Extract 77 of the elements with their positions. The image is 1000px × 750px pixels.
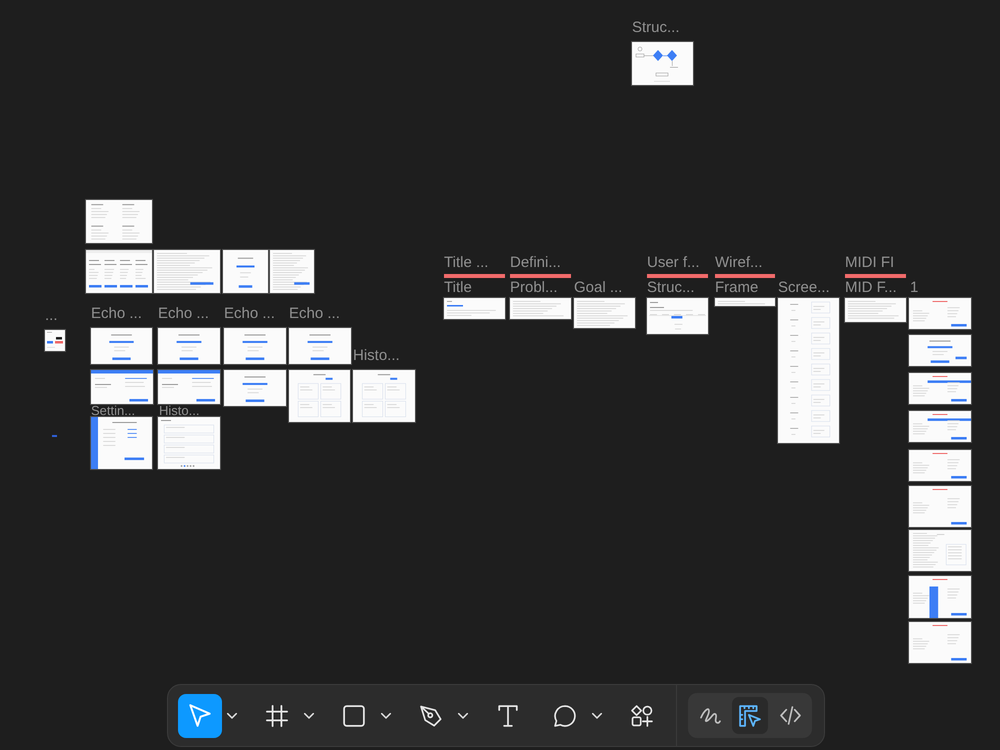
frame-label: Echo ...	[224, 306, 275, 322]
frame-label: ...	[45, 308, 58, 324]
frame-thumbnail	[158, 328, 220, 364]
caret-icon	[592, 712, 602, 718]
frame-thumbnail	[909, 530, 971, 571]
frame-thumbnail	[909, 298, 971, 329]
thin-frame	[845, 274, 906, 278]
frame-thumbnail	[86, 250, 152, 293]
ruler-cursor-icon	[739, 704, 761, 726]
frame-thumbnail	[909, 373, 971, 404]
hash-icon	[266, 704, 288, 726]
frame-thumbnail	[45, 330, 65, 351]
frame-label: Goal ...	[574, 280, 622, 296]
frame-thumbnail	[632, 42, 693, 85]
frame-thumbnail	[909, 411, 971, 442]
frame-thumbnail	[270, 250, 314, 293]
frame-label: Echo ...	[158, 306, 209, 322]
frame-label: User f...	[647, 255, 700, 271]
caret-icon	[227, 712, 237, 718]
frame-thumbnail	[289, 370, 350, 422]
frame-thumbnail	[845, 298, 906, 322]
frame-label: Frame	[715, 280, 758, 296]
text-icon	[498, 704, 518, 726]
frame-label: Histo...	[353, 348, 400, 364]
thin-frame	[647, 274, 708, 278]
speech-bubble-icon	[554, 704, 576, 726]
pen-nib-icon	[420, 704, 442, 726]
frame-thumbnail	[715, 298, 775, 306]
frame-label: Title ...	[444, 255, 488, 271]
frame-label: 1	[910, 280, 918, 296]
frame-label: Struc...	[647, 280, 695, 296]
frame-thumbnail	[909, 486, 971, 527]
frame-thumbnail	[647, 298, 708, 334]
frame-thumbnail	[158, 417, 220, 469]
frame-thumbnail	[91, 328, 152, 364]
frame-label: Settin...	[91, 404, 136, 417]
frame-thumbnail	[909, 622, 971, 663]
frame-thumbnail	[223, 250, 268, 293]
frame-thumbnail	[158, 370, 220, 404]
frame-label: Struc...	[632, 20, 680, 36]
square-icon	[343, 704, 365, 726]
thin-frame	[510, 274, 571, 278]
squiggle-icon	[700, 706, 720, 725]
caret-icon	[304, 712, 314, 718]
frame-label: Probl...	[510, 280, 558, 296]
frame-thumbnail	[574, 298, 635, 328]
frame-label: Scree...	[778, 280, 830, 296]
design-mode-button[interactable]	[732, 697, 768, 734]
frame-label: Wiref...	[715, 255, 762, 271]
frame-thumbnail	[86, 200, 152, 243]
frame-label: Defini...	[510, 255, 561, 271]
frame-thumbnail	[510, 298, 571, 319]
move-tool-button[interactable]	[178, 694, 222, 738]
shapes-plus-icon	[631, 704, 653, 726]
frame-label: Echo ...	[289, 306, 340, 322]
frame-thumbnail	[909, 576, 971, 618]
frame-thumbnail	[353, 370, 415, 422]
frame-thumbnail	[909, 450, 971, 481]
code-icon	[780, 706, 800, 725]
caret-icon	[381, 712, 391, 718]
frame-label: Echo ...	[91, 306, 142, 322]
frame-label: MID F...	[845, 280, 897, 296]
frame-thumbnail	[224, 328, 286, 364]
frame-label: Title	[444, 280, 472, 296]
thin-frame	[715, 274, 775, 278]
frame-thumbnail	[224, 370, 286, 406]
frame-thumbnail	[91, 370, 153, 404]
frame-thumbnail	[154, 250, 220, 293]
thin-frame	[444, 274, 505, 278]
frame-label: Histo...	[159, 404, 200, 417]
frame-thumbnail	[289, 328, 351, 364]
cursor-icon	[189, 704, 211, 727]
frame-thumbnail	[444, 298, 505, 319]
caret-icon	[458, 712, 468, 718]
frame-thumbnail	[91, 417, 152, 469]
frame-thumbnail	[909, 335, 971, 366]
frame-label: MIDI FI	[845, 255, 894, 271]
